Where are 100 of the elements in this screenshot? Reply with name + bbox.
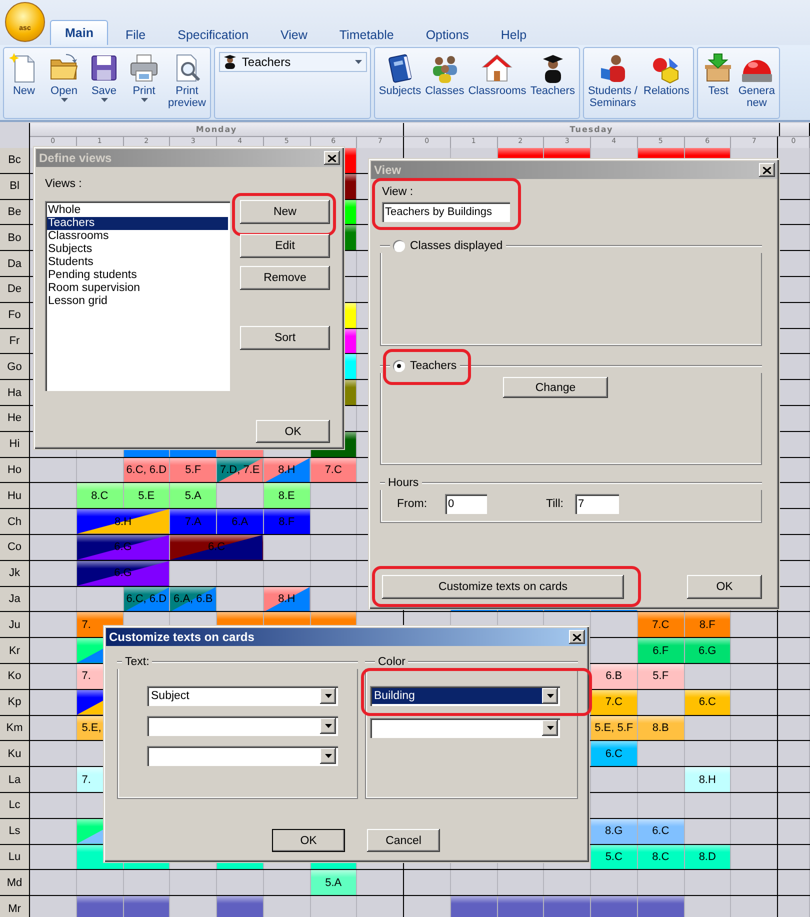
dialog-button[interactable]: Edit [240, 234, 330, 258]
customize-button[interactable]: Customize texts on cards [382, 575, 624, 599]
lesson-card[interactable]: 5.F [170, 458, 217, 482]
dropdown-arrow-button[interactable] [320, 748, 336, 764]
ribbon-button[interactable]: Relations [642, 50, 690, 99]
list-item[interactable]: Pending students [47, 269, 228, 282]
card-label: 5.E, 5.F [594, 722, 634, 734]
list-item[interactable]: Subjects [47, 243, 228, 256]
views-list[interactable]: Whole Teachers Classrooms Subjects Students Pending students Room supervision Lesson grid [45, 201, 230, 391]
card-label: 7.C [605, 696, 622, 708]
lesson-card[interactable]: 5.A [170, 483, 217, 508]
teacher-name: Ko [0, 664, 30, 689]
ribbon-button[interactable]: Test [701, 50, 736, 99]
sort-button[interactable]: Sort [240, 326, 330, 350]
lesson-card[interactable]: 7.C [638, 612, 684, 638]
ribbon-button[interactable]: Print [127, 50, 161, 104]
lesson-card[interactable]: 5.A [310, 870, 358, 896]
dropdown[interactable] [370, 718, 560, 738]
card-label: 6.C [698, 696, 716, 708]
list-item[interactable]: Classrooms [47, 230, 228, 243]
lesson-card[interactable]: 5.C [591, 844, 638, 870]
close-button[interactable] [569, 630, 585, 644]
close-button[interactable] [759, 163, 775, 177]
list-item[interactable]: Teachers [47, 217, 228, 230]
cancel-button[interactable]: Cancel [367, 829, 440, 852]
ribbon-button[interactable]: Teachers [529, 50, 576, 99]
ribbon-button[interactable]: Open [47, 50, 81, 104]
menu-tab[interactable]: Specification [162, 23, 264, 45]
dropdown[interactable]: Subject [147, 686, 338, 706]
dropdown[interactable]: Building [370, 686, 560, 706]
ribbon-button[interactable]: New [7, 50, 41, 99]
card-label: 8.H [698, 774, 716, 786]
list-item[interactable]: Whole [47, 204, 228, 217]
close-button[interactable] [324, 151, 340, 165]
lesson-card[interactable]: 8.E [264, 483, 310, 508]
lesson-card[interactable]: 7.C [591, 690, 638, 715]
dropdown-arrow-button[interactable] [542, 720, 558, 736]
card-label: 5.A [184, 490, 202, 502]
option-label: Teachers [410, 359, 457, 373]
ribbon-button[interactable]: Classes [424, 50, 466, 99]
ribbon-button[interactable]: Classrooms [467, 50, 528, 99]
caret-icon [324, 754, 332, 758]
ribbon-button[interactable]: Subjects [378, 50, 422, 99]
lesson-card[interactable]: 7.D, 7.E [217, 458, 264, 482]
lesson-card[interactable]: 6.C [638, 818, 684, 844]
lesson-card[interactable]: 6.C, 6.D [124, 458, 170, 482]
ribbon-button[interactable]: Genera new [737, 50, 776, 111]
menu-tab[interactable]: Timetable [324, 23, 409, 45]
lesson-card[interactable]: 8.H [684, 767, 732, 792]
change-button[interactable]: Change [503, 377, 608, 398]
teacher-name: Be [0, 200, 30, 224]
lesson-card[interactable]: 7.C [310, 458, 358, 482]
lesson-card[interactable]: 6.G [684, 638, 732, 663]
teacher-name: Bc [0, 148, 30, 173]
ok-button[interactable]: OK [687, 575, 762, 599]
lesson-card[interactable]: 8.C [76, 483, 124, 508]
dropdown[interactable] [147, 746, 338, 766]
lesson-card[interactable]: 6.A, 6.B [170, 586, 217, 612]
menu-tab[interactable]: Options [410, 23, 484, 45]
dialog-button[interactable]: Remove [240, 266, 330, 290]
lesson-card[interactable]: 8.F [684, 612, 732, 638]
dropdown-arrow-button[interactable] [320, 688, 336, 704]
ribbon-button[interactable]: Print preview [167, 50, 207, 111]
ok-button[interactable]: OK [256, 420, 330, 443]
dialog-button[interactable]: New [240, 200, 330, 224]
list-item[interactable]: Students [47, 256, 228, 269]
radio-button[interactable] [393, 360, 405, 372]
lesson-card[interactable]: 6.C [591, 741, 638, 766]
dropdown[interactable] [147, 716, 338, 736]
dropdown-arrow-button[interactable] [542, 688, 558, 704]
lesson-card[interactable]: 8.G [591, 818, 638, 844]
lesson-card[interactable]: 5.E [124, 483, 170, 508]
ribbon-button[interactable]: Save [87, 50, 121, 104]
card-label: 8.G [605, 825, 623, 838]
lesson-card[interactable]: 6.B [591, 664, 638, 689]
dropdown-arrow-button[interactable] [320, 718, 336, 734]
from-field[interactable]: 0 [445, 494, 487, 514]
day-header: Monday [30, 123, 404, 136]
menu-tab[interactable]: View [266, 23, 322, 45]
list-item[interactable]: Lesson grid [47, 295, 228, 308]
lesson-card[interactable]: 5.E, 5.F [591, 716, 638, 740]
view-name-field[interactable]: Teachers by Buildings [382, 202, 510, 222]
lesson-card[interactable]: 6.C, 6.D [124, 586, 170, 612]
card-label: 6.C, 6.D [126, 464, 167, 476]
view-selector[interactable]: Teachers [218, 52, 367, 72]
till-field[interactable]: 7 [575, 494, 619, 514]
ok-button[interactable]: OK [272, 829, 345, 852]
menu-tab[interactable]: Main [50, 20, 108, 45]
group-label: Text: [125, 655, 150, 669]
lesson-card[interactable]: 6.F [638, 638, 684, 663]
radio-button[interactable] [393, 240, 405, 252]
ribbon-button[interactable]: Students / Seminars [586, 50, 638, 111]
menu-tab[interactable]: Help [486, 23, 542, 45]
lesson-card[interactable]: 8.B [638, 716, 684, 740]
lesson-card[interactable]: 6.C [684, 690, 732, 715]
lesson-card[interactable]: 8.D [684, 844, 732, 870]
lesson-card[interactable]: 8.C [638, 844, 684, 870]
list-item[interactable]: Room supervision [47, 282, 228, 295]
lesson-card[interactable]: 5.F [638, 664, 684, 689]
menu-tab[interactable]: File [110, 23, 161, 45]
